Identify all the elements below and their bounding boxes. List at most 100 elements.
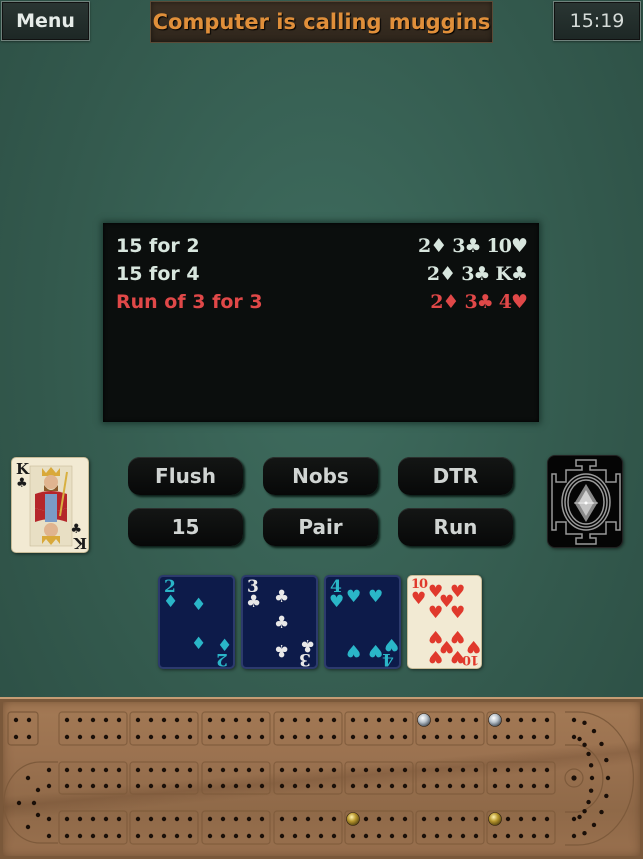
peg-hole[interactable] bbox=[233, 783, 239, 789]
peg-hole[interactable] bbox=[389, 783, 395, 789]
hand-card[interactable]: 2 ♦ ♦ ♦ ♦ 2 bbox=[158, 575, 235, 669]
peg-hole[interactable] bbox=[318, 816, 324, 822]
peg-hole[interactable] bbox=[103, 783, 109, 789]
peg-hole[interactable] bbox=[161, 734, 167, 740]
nobs-button[interactable]: Nobs bbox=[263, 457, 378, 495]
peg-hole[interactable] bbox=[421, 816, 427, 822]
peg-hole[interactable] bbox=[116, 833, 122, 839]
peg-hole[interactable] bbox=[90, 833, 96, 839]
peg-hole[interactable] bbox=[161, 717, 167, 723]
peg-hole[interactable] bbox=[544, 734, 550, 740]
peg-hole[interactable] bbox=[207, 833, 213, 839]
peg-hole[interactable] bbox=[26, 734, 32, 740]
peg-hole[interactable] bbox=[116, 734, 122, 740]
peg-hole[interactable] bbox=[77, 734, 83, 740]
peg-hole[interactable] bbox=[305, 734, 311, 740]
peg-hole[interactable] bbox=[103, 734, 109, 740]
peg-hole[interactable] bbox=[305, 783, 311, 789]
peg-hole[interactable] bbox=[16, 800, 22, 806]
peg-hole[interactable] bbox=[35, 812, 41, 818]
peg-hole[interactable] bbox=[586, 751, 591, 757]
peg-hole[interactable] bbox=[571, 816, 577, 822]
peg-hole[interactable] bbox=[492, 767, 498, 773]
peg-hole[interactable] bbox=[187, 717, 193, 723]
peg-hole[interactable] bbox=[505, 816, 511, 822]
peg-hole[interactable] bbox=[148, 783, 154, 789]
peg-hole[interactable] bbox=[77, 816, 83, 822]
peg-hole[interactable] bbox=[220, 816, 226, 822]
peg-hole[interactable] bbox=[571, 833, 577, 839]
peg-hole[interactable] bbox=[77, 833, 83, 839]
peg-hole[interactable] bbox=[13, 717, 19, 723]
peg-hole[interactable] bbox=[588, 788, 594, 793]
peg-hole[interactable] bbox=[350, 767, 356, 773]
peg-hole[interactable] bbox=[246, 767, 252, 773]
peg-hole[interactable] bbox=[318, 717, 324, 723]
peg-hole[interactable] bbox=[531, 717, 537, 723]
peg-hole[interactable] bbox=[376, 783, 382, 789]
peg-hole[interactable] bbox=[350, 833, 356, 839]
peg-hole[interactable] bbox=[363, 833, 369, 839]
peg-hole[interactable] bbox=[174, 717, 180, 723]
peg-hole[interactable] bbox=[402, 783, 408, 789]
peg-hole[interactable] bbox=[376, 717, 382, 723]
peg-hole[interactable] bbox=[174, 734, 180, 740]
peg-hole[interactable] bbox=[207, 783, 213, 789]
peg-hole[interactable] bbox=[246, 833, 252, 839]
peg-hole[interactable] bbox=[571, 734, 577, 740]
peg-hole[interactable] bbox=[531, 816, 537, 822]
peg-hole[interactable] bbox=[492, 783, 498, 789]
peg-hole[interactable] bbox=[90, 767, 96, 773]
peg-hole[interactable] bbox=[103, 767, 109, 773]
peg-hole[interactable] bbox=[135, 717, 141, 723]
peg-hole[interactable] bbox=[279, 717, 285, 723]
peg-hole[interactable] bbox=[174, 816, 180, 822]
peg-hole[interactable] bbox=[64, 767, 70, 773]
peg-hole[interactable] bbox=[518, 717, 524, 723]
peg-hole[interactable] bbox=[582, 720, 587, 726]
peg-hole[interactable] bbox=[331, 783, 337, 789]
peg-hole[interactable] bbox=[90, 816, 96, 822]
peg-hole[interactable] bbox=[220, 734, 226, 740]
peg-hole[interactable] bbox=[363, 717, 369, 723]
peg-hole[interactable] bbox=[64, 734, 70, 740]
peg-hole[interactable] bbox=[233, 717, 239, 723]
run-button[interactable]: Run bbox=[398, 508, 513, 546]
peg-hole[interactable] bbox=[25, 824, 31, 830]
peg-hole[interactable] bbox=[90, 783, 96, 789]
peg-hole[interactable] bbox=[402, 717, 408, 723]
peg-hole[interactable] bbox=[90, 734, 96, 740]
peg-hole[interactable] bbox=[582, 830, 587, 836]
finish-hole[interactable] bbox=[571, 775, 577, 781]
peg-hole[interactable] bbox=[505, 833, 511, 839]
peg-hole[interactable] bbox=[220, 767, 226, 773]
peg-hole[interactable] bbox=[363, 816, 369, 822]
peg-hole[interactable] bbox=[434, 783, 440, 789]
peg-hole[interactable] bbox=[389, 734, 395, 740]
peg-hole[interactable] bbox=[544, 717, 550, 723]
peg-hole[interactable] bbox=[331, 717, 337, 723]
peg-hole[interactable] bbox=[135, 734, 141, 740]
peg-hole[interactable] bbox=[135, 783, 141, 789]
peg-hole[interactable] bbox=[174, 767, 180, 773]
peg-hole[interactable] bbox=[402, 833, 408, 839]
menu-button[interactable]: Menu bbox=[1, 1, 90, 41]
peg-hole[interactable] bbox=[318, 767, 324, 773]
peg-hole[interactable] bbox=[148, 833, 154, 839]
peg-hole[interactable] bbox=[64, 717, 70, 723]
peg-hole[interactable] bbox=[292, 734, 298, 740]
peg-hole[interactable] bbox=[220, 833, 226, 839]
peg-hole[interactable] bbox=[31, 800, 37, 806]
peg-hole[interactable] bbox=[207, 734, 213, 740]
peg-hole[interactable] bbox=[207, 717, 213, 723]
peg-hole[interactable] bbox=[148, 734, 154, 740]
peg-hole[interactable] bbox=[259, 783, 265, 789]
peg-hole[interactable] bbox=[13, 734, 19, 740]
peg-hole[interactable] bbox=[279, 734, 285, 740]
peg-hole[interactable] bbox=[505, 734, 511, 740]
silver-peg[interactable] bbox=[488, 713, 502, 727]
peg-hole[interactable] bbox=[447, 767, 453, 773]
peg-hole[interactable] bbox=[161, 767, 167, 773]
peg-hole[interactable] bbox=[588, 763, 594, 768]
peg-hole[interactable] bbox=[591, 728, 597, 734]
